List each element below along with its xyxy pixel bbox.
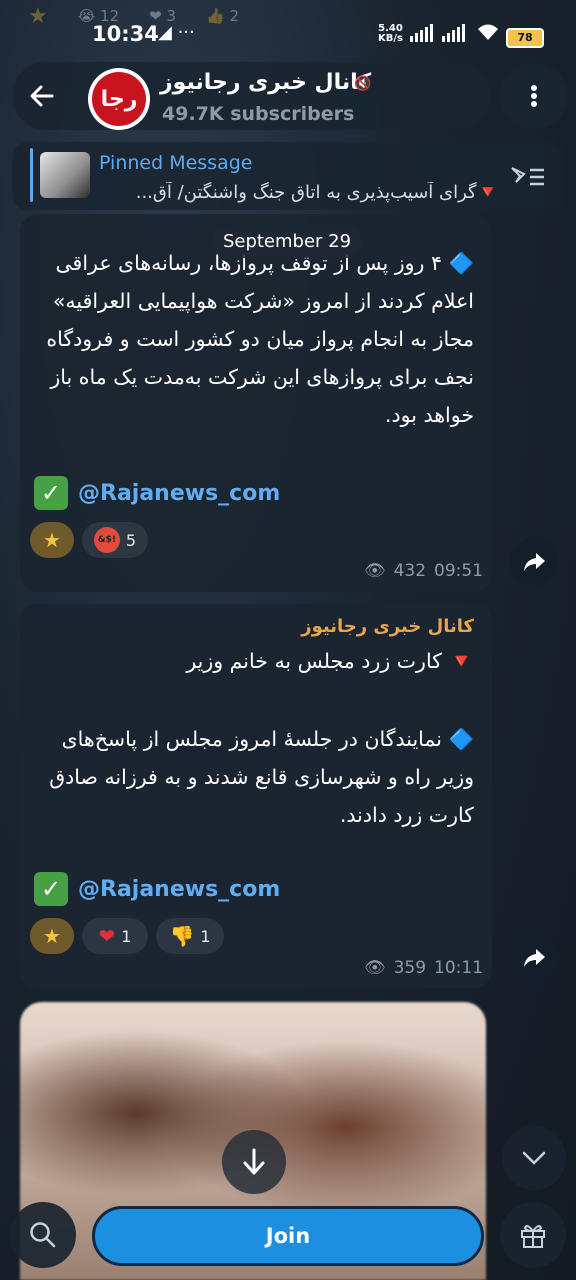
chevron-down-icon xyxy=(522,1151,546,1165)
channel-handle-link[interactable]: ✓ @Rajanews_com xyxy=(34,872,280,906)
join-button[interactable]: Join xyxy=(92,1206,484,1266)
battery-indicator: 78 xyxy=(506,28,544,48)
back-button[interactable] xyxy=(24,72,60,120)
telegram-notification-icon: ◢ ··· xyxy=(158,22,195,43)
status-time: 10:34 xyxy=(92,22,159,46)
angry-face-icon: &$! xyxy=(93,527,120,553)
share-button[interactable] xyxy=(510,934,558,982)
arrow-down-icon xyxy=(243,1148,265,1175)
date-separator: September 29 xyxy=(212,226,362,258)
channel-avatar[interactable]: رجا xyxy=(88,68,150,130)
check-mark-icon: ✓ xyxy=(34,872,68,906)
scroll-down-button[interactable] xyxy=(222,1130,286,1194)
pinned-list-icon[interactable] xyxy=(508,160,548,194)
muted-icon: 🔇 xyxy=(354,76,372,92)
reaction-angry[interactable]: &$! 5 xyxy=(82,522,148,558)
message-meta: 👁 432 09:51 xyxy=(364,561,484,581)
ghost-star-icon: ★ xyxy=(28,3,48,29)
message-headline: 🔻 کارت زرد مجلس به خانم وزیر xyxy=(186,649,474,673)
star-reaction[interactable]: ★ xyxy=(30,522,74,558)
pinned-title: Pinned Message xyxy=(99,152,253,174)
message-text: 🔷 ۴ روز پس از توقف پروازها، رسانه‌های عر… xyxy=(46,251,474,427)
back-arrow-icon xyxy=(30,85,54,107)
share-button[interactable] xyxy=(510,538,558,586)
search-icon xyxy=(30,1222,56,1248)
signal-icon-2 xyxy=(442,24,465,42)
pinned-thumbnail xyxy=(40,152,90,198)
more-options-button[interactable] xyxy=(500,62,568,130)
reaction-dislike[interactable]: 👎 1 xyxy=(156,918,224,954)
more-vertical-icon xyxy=(531,83,537,109)
subscriber-count: 49.7K subscribers xyxy=(162,103,355,125)
views-eye-icon: 👁 xyxy=(364,958,386,978)
gift-icon xyxy=(521,1225,545,1248)
signal-icon-1 xyxy=(410,24,433,42)
chevron-down-button[interactable] xyxy=(502,1126,566,1190)
channel-logo: رجا xyxy=(92,72,146,126)
star-reaction[interactable]: ★ xyxy=(30,918,74,954)
pinned-text: 🔻گرای آسیب‌پذیری به اتاق جنگ واشنگتن/ آق… xyxy=(135,182,499,203)
network-speed: 5.40 KB/s xyxy=(378,23,403,44)
message-sender: کانال خبری رجانیوز xyxy=(301,616,474,637)
thumbs-down-icon: 👎 xyxy=(169,924,195,948)
message-meta: 👁 359 10:11 xyxy=(364,958,484,978)
pin-list-icon xyxy=(511,167,544,186)
search-button[interactable] xyxy=(10,1202,76,1268)
reaction-heart[interactable]: ❤ 1 xyxy=(82,918,148,954)
check-mark-icon: ✓ xyxy=(34,476,68,510)
views-eye-icon: 👁 xyxy=(364,561,386,581)
share-arrow-icon xyxy=(524,553,545,571)
share-arrow-icon xyxy=(524,949,545,967)
ghost-reaction-3: 👍 2 xyxy=(206,7,240,25)
heart-icon: ❤ xyxy=(98,924,116,948)
message-text: 🔷 نمایندگان در جلسۀ امروز مجلس از پاسخ‌ه… xyxy=(49,727,474,827)
wifi-icon xyxy=(478,24,498,40)
channel-handle-link[interactable]: ✓ @Rajanews_com xyxy=(34,476,280,510)
channel-title: کانال خبری رجانیوز xyxy=(160,70,372,95)
pinned-indicator xyxy=(30,148,33,202)
gift-button[interactable] xyxy=(500,1202,566,1268)
